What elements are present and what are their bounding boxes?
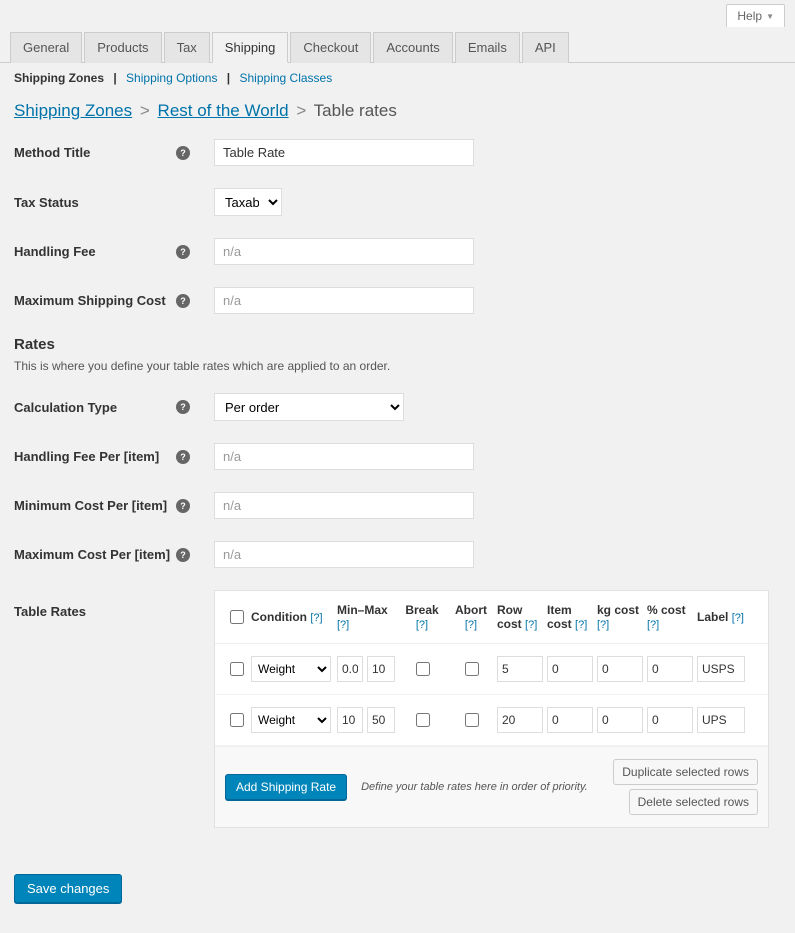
help-icon[interactable]: ? (176, 400, 190, 414)
th-break: Break (405, 603, 438, 617)
help-icon[interactable]: ? (176, 548, 190, 562)
row-pct-cost[interactable] (647, 707, 693, 733)
table-row: Weight (215, 695, 768, 746)
help-label: Help (737, 9, 762, 23)
th-abort: Abort (455, 603, 487, 617)
help-link[interactable]: [?] (310, 612, 322, 624)
help-toggle[interactable]: Help ▼ (726, 4, 785, 27)
chevron-down-icon: ▼ (766, 12, 774, 21)
input-max-cost-per[interactable] (214, 541, 474, 568)
help-icon[interactable]: ? (176, 499, 190, 513)
help-link[interactable]: [?] (597, 619, 609, 631)
duplicate-rows-button[interactable]: Duplicate selected rows (613, 759, 758, 785)
save-button[interactable]: Save changes (14, 874, 122, 903)
breadcrumb: Shipping Zones > Rest of the World > Tab… (14, 101, 781, 121)
row-condition[interactable]: Weight (251, 707, 331, 733)
row-min[interactable] (337, 707, 363, 733)
help-link[interactable]: [?] (647, 619, 659, 631)
th-row-cost: Row cost (497, 603, 522, 631)
help-link[interactable]: [?] (525, 619, 537, 631)
row-max[interactable] (367, 656, 395, 682)
row-item-cost[interactable] (547, 656, 593, 682)
row-condition[interactable]: Weight (251, 656, 331, 682)
table-row: Weight (215, 644, 768, 695)
th-kg-cost: kg cost (597, 603, 639, 617)
th-minmax: Min–Max (337, 603, 388, 617)
row-abort[interactable] (465, 713, 479, 727)
breadcrumb-zones[interactable]: Shipping Zones (14, 101, 132, 120)
label-max-cost-per: Maximum Cost Per [item] (14, 547, 170, 562)
subnav-zones[interactable]: Shipping Zones (14, 71, 104, 85)
priority-note: Define your table rates here in order of… (353, 781, 607, 793)
row-row-cost[interactable] (497, 707, 543, 733)
label-max-ship-cost: Maximum Shipping Cost (14, 293, 166, 308)
input-handling-fee-per[interactable] (214, 443, 474, 470)
row-break[interactable] (416, 713, 430, 727)
subnav-options[interactable]: Shipping Options (126, 71, 217, 85)
label-handling-fee: Handling Fee (14, 244, 96, 259)
tab-checkout[interactable]: Checkout (290, 32, 371, 63)
row-label[interactable] (697, 656, 745, 682)
tab-general[interactable]: General (10, 32, 82, 63)
row-item-cost[interactable] (547, 707, 593, 733)
select-calc-type[interactable]: Per order (214, 393, 404, 421)
help-link[interactable]: [?] (465, 619, 477, 631)
row-break[interactable] (416, 662, 430, 676)
label-min-cost-per: Minimum Cost Per [item] (14, 498, 167, 513)
th-item-cost: Item cost (547, 603, 572, 631)
row-min[interactable] (337, 656, 363, 682)
row-label[interactable] (697, 707, 745, 733)
label-tax-status: Tax Status (14, 195, 79, 210)
input-max-ship-cost[interactable] (214, 287, 474, 314)
row-pct-cost[interactable] (647, 656, 693, 682)
input-min-cost-per[interactable] (214, 492, 474, 519)
help-link[interactable]: [?] (732, 612, 744, 624)
row-kg-cost[interactable] (597, 656, 643, 682)
row-max[interactable] (367, 707, 395, 733)
row-abort[interactable] (465, 662, 479, 676)
select-all-rows[interactable] (230, 610, 244, 624)
rates-description: This is where you define your table rate… (14, 359, 781, 373)
settings-tabs: General Products Tax Shipping Checkout A… (0, 27, 795, 63)
subnav-classes[interactable]: Shipping Classes (240, 71, 333, 85)
tab-products[interactable]: Products (84, 32, 161, 63)
tab-api[interactable]: API (522, 32, 569, 63)
label-method-title: Method Title (14, 145, 90, 160)
input-handling-fee[interactable] (214, 238, 474, 265)
breadcrumb-rest[interactable]: Rest of the World (158, 101, 289, 120)
breadcrumb-current: Table rates (314, 101, 397, 120)
help-icon[interactable]: ? (176, 294, 190, 308)
tab-emails[interactable]: Emails (455, 32, 520, 63)
select-tax-status[interactable]: Taxable (214, 188, 282, 216)
row-kg-cost[interactable] (597, 707, 643, 733)
tab-shipping[interactable]: Shipping (212, 32, 289, 63)
help-icon[interactable]: ? (176, 146, 190, 160)
th-pct-cost: % cost (647, 603, 686, 617)
delete-rows-button[interactable]: Delete selected rows (629, 789, 758, 815)
tab-accounts[interactable]: Accounts (373, 32, 452, 63)
th-condition: Condition (251, 610, 307, 624)
rates-table: Condition [?] Min–Max [?] Break [?] Abor… (214, 590, 769, 828)
rates-heading: Rates (14, 336, 781, 353)
subnav: Shipping Zones | Shipping Options | Ship… (0, 63, 795, 93)
help-link[interactable]: [?] (337, 619, 349, 631)
th-label: Label (697, 610, 728, 624)
label-table-rates: Table Rates (14, 604, 86, 619)
help-icon[interactable]: ? (176, 245, 190, 259)
row-select[interactable] (230, 662, 244, 676)
label-handling-fee-per: Handling Fee Per [item] (14, 449, 159, 464)
help-icon[interactable]: ? (176, 450, 190, 464)
help-link[interactable]: [?] (416, 619, 428, 631)
tab-tax[interactable]: Tax (164, 32, 210, 63)
label-calc-type: Calculation Type (14, 400, 117, 415)
help-link[interactable]: [?] (575, 619, 587, 631)
add-rate-button[interactable]: Add Shipping Rate (225, 774, 347, 800)
input-method-title[interactable] (214, 139, 474, 166)
row-select[interactable] (230, 713, 244, 727)
row-row-cost[interactable] (497, 656, 543, 682)
